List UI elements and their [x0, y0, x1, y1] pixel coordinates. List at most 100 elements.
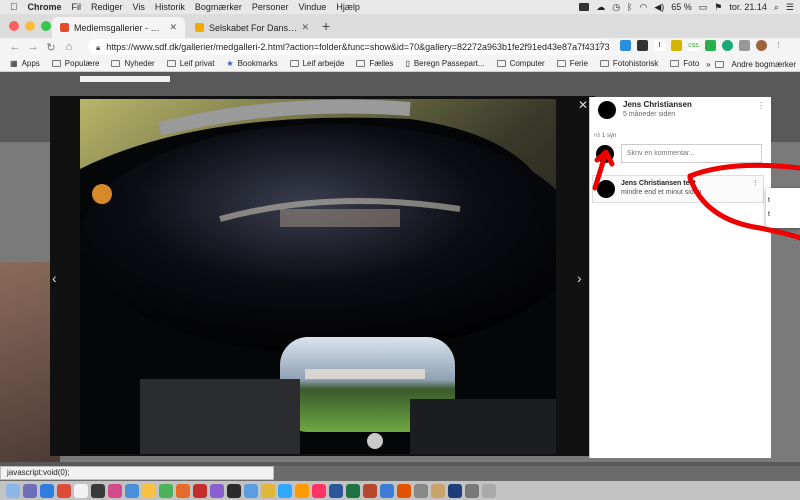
forward-arrow-icon[interactable]: → [26, 41, 40, 53]
bookmark-beregn[interactable]: ▯ Beregn Passepart... [405, 59, 484, 68]
dark-extension-icon[interactable] [637, 40, 648, 51]
flag-icon[interactable]: ⚑ [714, 2, 722, 13]
app-icon[interactable] [176, 483, 190, 498]
bookmark-foto[interactable]: Foto [670, 59, 699, 68]
menu-chrome[interactable]: Chrome [28, 2, 62, 12]
menu-vis[interactable]: Vis [133, 2, 145, 12]
more-options-icon[interactable]: ⋮ [757, 101, 765, 110]
app-icon[interactable] [261, 483, 275, 498]
address-bar[interactable]: 🔒︎ https://www.sdf.dk/gallerier/medgalle… [88, 39, 610, 55]
bookmark-computer[interactable]: Computer [496, 59, 545, 68]
menu-hjaelp[interactable]: Hjælp [336, 2, 360, 12]
battery-percent[interactable]: 65 % [671, 2, 692, 12]
close-window-button[interactable] [9, 21, 19, 31]
back-arrow-icon[interactable]: ← [8, 41, 22, 53]
app-icon[interactable] [431, 483, 445, 498]
bookmark-nyheder[interactable]: Nyheder [111, 59, 155, 68]
app-icon[interactable] [210, 483, 224, 498]
menu-vindue[interactable]: Vindue [298, 2, 326, 12]
menu-personer[interactable]: Personer [252, 2, 289, 12]
menu-historik[interactable]: Historik [155, 2, 185, 12]
app-icon[interactable] [159, 483, 173, 498]
wifi-icon[interactable]: ◠ [639, 2, 647, 13]
lightbox-close-icon[interactable]: ✕ [578, 98, 588, 112]
app-icon[interactable] [244, 483, 258, 498]
popup-option[interactable]: t [768, 208, 800, 222]
bookmark-populaere[interactable]: Populære [51, 59, 99, 68]
cloud-icon[interactable]: ☁ [596, 2, 605, 13]
menu-bogmaerker[interactable]: Bogmærker [195, 2, 242, 12]
bookmark-fotohistorisk[interactable]: Fotohistorisk [599, 59, 658, 68]
post-author[interactable]: Jens Christiansen [623, 100, 692, 109]
word-icon[interactable] [329, 483, 343, 498]
notification-center-icon[interactable]: ☰ [786, 2, 794, 13]
apple-menu-icon[interactable]:  [10, 2, 18, 13]
app-icon[interactable] [193, 483, 207, 498]
launchpad-icon[interactable] [23, 483, 37, 498]
app-icon[interactable] [380, 483, 394, 498]
author-avatar[interactable] [598, 101, 616, 119]
bookmark-ferie[interactable]: Ferie [556, 59, 588, 68]
comment-input[interactable] [621, 144, 762, 163]
bookmark-faelles[interactable]: Fælles [356, 59, 393, 68]
wd-icon[interactable] [448, 483, 462, 498]
trash-icon[interactable] [482, 483, 496, 498]
bookmark-leif-arbejde[interactable]: Leif arbejde [289, 59, 344, 68]
profile-avatar-icon[interactable] [756, 40, 767, 51]
indesign-icon[interactable] [312, 483, 326, 498]
mail-icon[interactable] [74, 483, 88, 498]
powerpoint-icon[interactable] [363, 483, 377, 498]
comment-author[interactable]: Jens Christiansen test [621, 180, 696, 187]
zoom-window-button[interactable] [41, 21, 51, 31]
app-icon[interactable] [108, 483, 122, 498]
puzzle-extension-icon[interactable] [739, 40, 750, 51]
menu-rediger[interactable]: Rediger [91, 2, 123, 12]
tab-close-icon[interactable]: ✕ [301, 22, 309, 33]
notes-icon[interactable] [142, 483, 156, 498]
tab-close-icon[interactable]: ✕ [169, 22, 177, 33]
reload-icon[interactable]: ↻ [44, 41, 58, 54]
app-icon[interactable] [91, 483, 105, 498]
bookmark-leif-privat[interactable]: Leif privat [166, 59, 214, 68]
other-bookmarks[interactable]: » Andre bogmærker [706, 56, 796, 71]
app-icon[interactable] [414, 483, 428, 498]
bookmark-star-icon[interactable]: ☆ [597, 40, 606, 51]
comment-options-icon[interactable]: ⋮ [752, 179, 759, 187]
safari-icon[interactable] [40, 483, 54, 498]
menu-fil[interactable]: Fil [72, 2, 82, 12]
bookmark-apps[interactable]: ▦ Apps [10, 59, 40, 68]
previous-image-icon[interactable]: ‹ [52, 270, 57, 286]
comment-author-avatar[interactable] [597, 180, 615, 198]
grammar-extension-icon[interactable] [722, 40, 733, 51]
filezilla-icon[interactable] [397, 483, 411, 498]
finder-icon[interactable] [6, 483, 20, 498]
clock-text[interactable]: tor. 21.14 [729, 2, 767, 12]
photoshop-icon[interactable] [278, 483, 292, 498]
green-extension-icon[interactable] [705, 40, 716, 51]
next-image-icon[interactable]: › [577, 270, 582, 286]
more-menu-icon[interactable]: ⋮ [773, 40, 784, 51]
gallery-photo[interactable] [80, 99, 556, 454]
home-icon[interactable]: ⌂ [62, 41, 76, 53]
likes-count[interactable]: 👍︎ 1 syn [594, 131, 616, 139]
cloud-extension-icon[interactable] [620, 40, 631, 51]
bookmark-bookmarks[interactable]: ★ Bookmarks [226, 59, 277, 68]
new-tab-button[interactable]: + [322, 18, 330, 34]
tab-medlemsgallerier[interactable]: Medlemsgallerier - Selskabet fo ✕ [52, 17, 185, 38]
status-item-icon[interactable] [579, 3, 590, 11]
clock-icon[interactable]: ◷ [612, 2, 620, 13]
app-icon[interactable] [125, 483, 139, 498]
illustrator-icon[interactable] [295, 483, 309, 498]
notes-extension-icon[interactable] [671, 40, 682, 51]
bluetooth-icon[interactable]: ᛒ [627, 2, 632, 12]
chrome-icon[interactable] [57, 483, 71, 498]
popup-option[interactable]: t [768, 194, 800, 208]
info-extension-icon[interactable]: I [654, 40, 665, 51]
battery-icon[interactable]: ▭ [699, 2, 708, 13]
excel-icon[interactable] [346, 483, 360, 498]
app-icon[interactable] [227, 483, 241, 498]
tab-selskabet[interactable]: Selskabet For Dansk Fotografi ✕ [187, 17, 317, 38]
css-extension-icon[interactable]: css [688, 40, 699, 51]
volume-icon[interactable]: ◀) [654, 2, 664, 13]
spotlight-icon[interactable]: ⌕ [774, 2, 779, 13]
